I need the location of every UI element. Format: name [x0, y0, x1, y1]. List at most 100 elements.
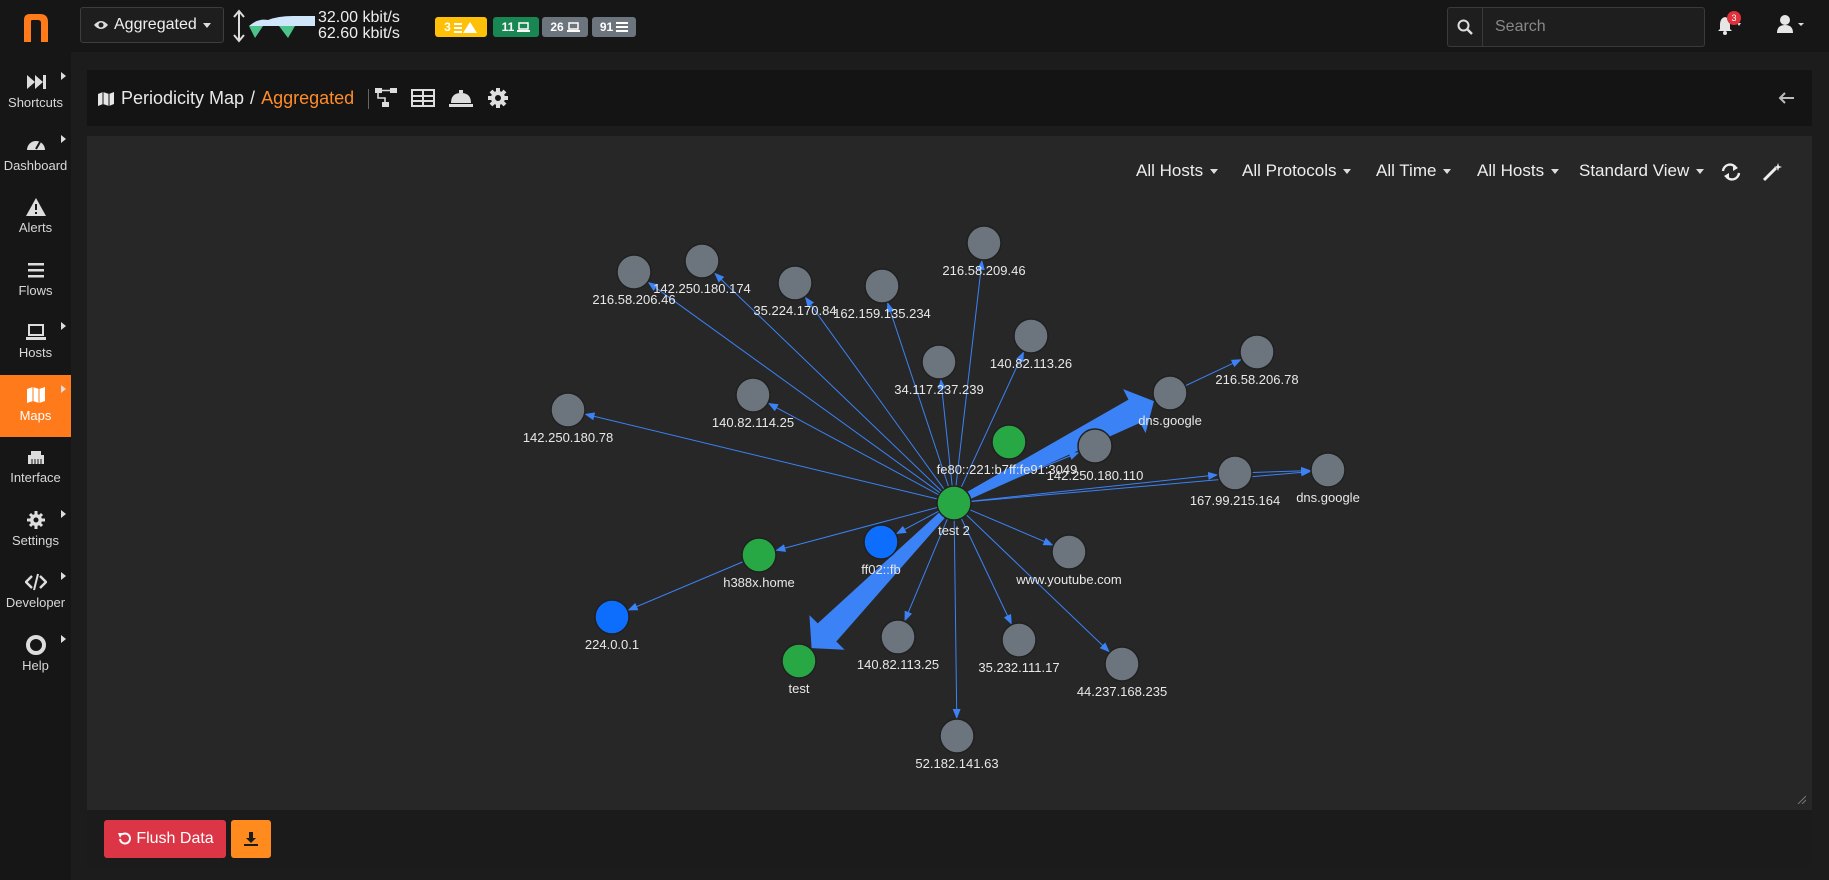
filter-dropdown[interactable]: All Protocols — [1242, 161, 1352, 181]
divider — [368, 88, 370, 109]
status-badge[interactable]: 26 — [542, 17, 588, 37]
graph-node[interactable]: dns.google — [1296, 452, 1360, 505]
sidebar-item-dashboard[interactable]: Dashboard — [0, 125, 71, 187]
graph-node[interactable]: 224.0.0.1 — [585, 599, 639, 652]
node-circle[interactable] — [1239, 334, 1275, 370]
node-circle[interactable] — [1152, 375, 1188, 411]
node-circle[interactable] — [863, 524, 899, 560]
download-rate: 62.60 kbit/s — [318, 25, 400, 42]
status-badge[interactable]: 3 — [435, 17, 487, 37]
filter-dropdown[interactable]: All Hosts — [1477, 161, 1560, 181]
graph-node[interactable]: test 2 — [936, 485, 972, 538]
breadcrumb: Periodicity Map / Aggregated — [97, 88, 377, 109]
graph-edge[interactable] — [955, 259, 985, 487]
node-circle[interactable] — [594, 599, 630, 635]
node-circle[interactable] — [1001, 622, 1037, 658]
node-label: dns.google — [1138, 413, 1202, 428]
node-circle[interactable] — [936, 485, 972, 521]
graph-node[interactable]: 140.82.113.25 — [857, 619, 939, 672]
refresh-icon[interactable] — [1719, 162, 1743, 182]
filter-dropdown[interactable]: All Hosts — [1136, 161, 1219, 181]
node-circle[interactable] — [991, 424, 1027, 460]
node-circle[interactable] — [1217, 455, 1253, 491]
node-circle[interactable] — [550, 392, 586, 428]
graph-node[interactable]: 216.58.206.78 — [1215, 334, 1299, 387]
user-icon[interactable] — [1776, 14, 1808, 36]
graph-node[interactable]: 44.237.168.235 — [1077, 646, 1167, 699]
graph-edge[interactable] — [767, 403, 940, 496]
sidebar-item-flows[interactable]: Flows — [0, 250, 71, 312]
filter-dropdown[interactable]: All Time — [1376, 161, 1452, 181]
graph-node[interactable]: 142.250.180.78 — [523, 392, 613, 445]
periodicity-graph[interactable]: test 2216.58.206.46142.250.180.17435.224… — [87, 136, 1812, 810]
chevron-down-icon — [1443, 168, 1452, 174]
table-icon[interactable] — [410, 86, 436, 110]
back-arrow-icon[interactable] — [1774, 86, 1800, 110]
status-badge[interactable]: 11 — [493, 17, 539, 37]
sidebar-item-shortcuts[interactable]: Shortcuts — [0, 62, 71, 124]
node-circle[interactable] — [921, 344, 957, 380]
sidebar-item-interface[interactable]: Interface — [0, 437, 71, 499]
graph-node[interactable]: 142.250.180.174 — [653, 243, 751, 296]
graph-node[interactable]: 140.82.113.26 — [990, 318, 1072, 371]
graph-node[interactable]: 167.99.215.164 — [1190, 455, 1280, 508]
sidebar-item-help[interactable]: Help — [0, 625, 71, 687]
node-circle[interactable] — [1104, 646, 1140, 682]
node-circle[interactable] — [1051, 534, 1087, 570]
node-label: test 2 — [938, 523, 970, 538]
graph-node[interactable]: 35.232.111.17 — [978, 622, 1060, 675]
graph-node[interactable]: h388x.home — [723, 537, 795, 590]
traffic-sparkline[interactable] — [233, 8, 315, 44]
graph-node[interactable]: www.youtube.com — [1015, 534, 1122, 587]
graph-edge[interactable] — [969, 509, 1054, 546]
sidebar-item-alerts[interactable]: Alerts — [0, 187, 71, 249]
graph-node[interactable]: 216.58.209.46 — [942, 225, 1026, 278]
sidebar-item-label: Shortcuts — [8, 95, 63, 110]
magic-wand-icon[interactable] — [1761, 162, 1785, 182]
node-circle[interactable] — [741, 537, 777, 573]
filter-label: All Time — [1376, 161, 1437, 180]
sidebar-item-label: Alerts — [18, 220, 53, 235]
graph-node[interactable]: 140.82.114.25 — [712, 377, 794, 430]
node-circle[interactable] — [966, 225, 1002, 261]
graph-node[interactable]: 34.117.237.239 — [894, 344, 984, 397]
node-circle[interactable] — [735, 377, 771, 413]
graph-node[interactable]: 52.182.141.63 — [915, 718, 999, 771]
notification-count: 3 — [1727, 11, 1741, 25]
download-icon — [244, 832, 258, 846]
sidebar-item-hosts[interactable]: Hosts — [0, 312, 71, 374]
sidebar: Shortcuts Dashboard Alerts Flows Hosts Maps In… — [0, 0, 71, 880]
service-bell-icon[interactable] — [448, 86, 474, 110]
node-circle[interactable] — [781, 643, 817, 679]
download-button[interactable] — [231, 820, 271, 858]
filter-dropdown[interactable]: Standard View — [1579, 161, 1705, 181]
graph-node[interactable]: ff02::fb — [861, 524, 901, 577]
flush-data-button[interactable]: Flush Data — [104, 820, 226, 858]
sidebar-item-developer[interactable]: Developer — [0, 562, 71, 624]
node-circle[interactable] — [939, 718, 975, 754]
gear-icon[interactable] — [485, 86, 511, 110]
node-circle[interactable] — [1013, 318, 1049, 354]
node-circle[interactable] — [616, 254, 652, 290]
ntopng-logo[interactable] — [16, 8, 56, 48]
caret-right-icon — [61, 72, 66, 80]
graph-edge[interactable] — [952, 519, 961, 720]
node-circle[interactable] — [777, 265, 813, 301]
sidebar-item-maps[interactable]: Maps — [0, 374, 71, 437]
graph-node[interactable]: 35.224.170.84 — [753, 265, 837, 318]
node-circle[interactable] — [880, 619, 916, 655]
sidebar-item-settings[interactable]: Settings — [0, 500, 71, 562]
graph-node[interactable]: 162.159.135.234 — [833, 268, 931, 321]
network-graph-icon[interactable] — [373, 86, 399, 110]
node-label: 142.250.180.174 — [653, 281, 751, 296]
resize-handle-icon[interactable] — [1796, 794, 1806, 804]
search-button[interactable] — [1448, 8, 1483, 46]
graph-node[interactable]: test — [781, 643, 817, 696]
node-circle[interactable] — [1310, 452, 1346, 488]
status-badge[interactable]: 91 — [592, 17, 636, 37]
interface-view-dropdown[interactable]: Aggregated — [80, 7, 224, 43]
node-circle[interactable] — [1077, 428, 1113, 464]
node-circle[interactable] — [684, 243, 720, 279]
search-input[interactable] — [1483, 8, 1704, 46]
node-circle[interactable] — [864, 268, 900, 304]
